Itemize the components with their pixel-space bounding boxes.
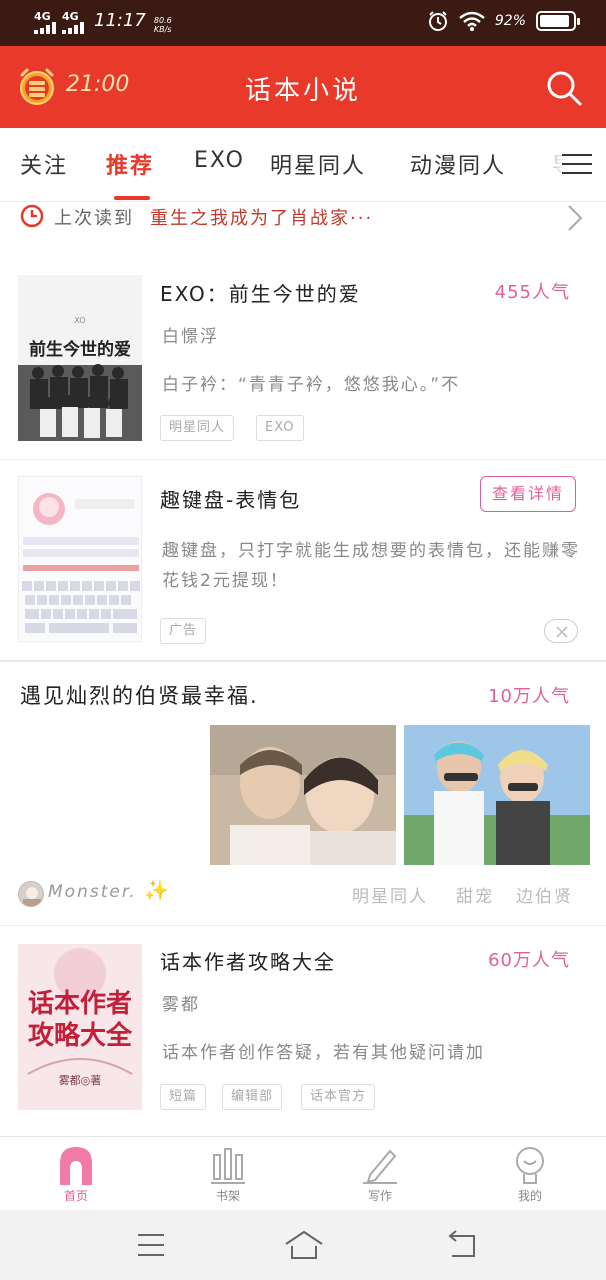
cover-author: 雾都◎著 [58, 1074, 102, 1087]
tab-menu-button[interactable] [548, 128, 606, 201]
status-bar: 4G 4G 11:17 80.6 KB/s 92% [0, 0, 606, 46]
post-image-1[interactable] [210, 725, 396, 865]
status-time: 11:17 [94, 10, 146, 31]
book-tag[interactable]: 短篇 [160, 1084, 207, 1110]
post-card[interactable]: 遇见灿烈的伯贤最幸福. 10万人气 Monster. ✨ 明星同人 甜宠 边伯贤 [0, 662, 606, 924]
close-ad-button[interactable] [544, 619, 578, 643]
tab-star-fanfic[interactable]: 明星同人 [270, 148, 366, 180]
profile-icon [516, 1147, 544, 1184]
book-title[interactable]: EXO：前生今世的爱 [160, 278, 361, 307]
book-cover[interactable]: 话本作者 攻略大全 雾都◎著 [18, 944, 142, 1110]
signal-bars-icon [34, 22, 56, 34]
book-description: 话本作者创作答疑，若有其他疑问请加 [162, 1043, 485, 1063]
book-author[interactable]: 白憬浮 [162, 322, 219, 347]
battery-percent: 92% [494, 13, 526, 29]
network-label-1: 4G [34, 10, 51, 23]
tab-exo[interactable]: EXO [194, 148, 245, 173]
book-popularity: 60万人气 [488, 950, 570, 971]
nav-write[interactable]: 写作 [340, 1145, 420, 1204]
cover-title: 话本作者 攻略大全 [18, 988, 142, 1052]
post-tag[interactable]: 甜宠 [456, 882, 494, 907]
ad-description: 趣键盘，只打字就能生成想要的表情包，还能赚零花钱2元提现！ [162, 541, 580, 591]
book-tag[interactable]: 话本官方 [301, 1084, 376, 1110]
book-tag[interactable]: EXO [256, 415, 304, 441]
tab-follow[interactable]: 关注 [20, 148, 68, 180]
post-tag[interactable]: 明星同人 [352, 882, 428, 907]
menu-icon[interactable] [136, 1232, 166, 1258]
tab-anime-fanfic[interactable]: 动漫同人 [410, 148, 506, 180]
app-title: 话本小说 [244, 76, 361, 106]
book-popularity: 455人气 [494, 282, 570, 303]
net-speed-unit: KB/s [153, 25, 172, 34]
post-title[interactable]: 遇见灿烈的伯贤最幸福. [20, 680, 259, 710]
last-read-bar[interactable]: 上次读到 重生之我成为了肖战家··· [0, 202, 606, 240]
home-button-icon[interactable] [284, 1230, 324, 1260]
nav-home-label: 首页 [63, 1189, 88, 1203]
view-details-button[interactable]: 查看详情 [480, 476, 576, 512]
home-icon [60, 1147, 92, 1185]
active-tab-indicator [114, 196, 150, 200]
net-speed: 80.6 KB/s [152, 16, 172, 34]
sparkle-icon: ✨ [144, 878, 169, 902]
ad-image[interactable] [18, 476, 142, 642]
tab-recommend[interactable]: 推荐 [106, 148, 154, 180]
battery-icon [536, 11, 580, 31]
nav-profile-label: 我的 [517, 1189, 542, 1203]
book-title[interactable]: 话本作者攻略大全 [160, 946, 336, 975]
nav-home[interactable]: 首页 [36, 1145, 116, 1204]
cover-title-line2: 攻略大全 [27, 1021, 132, 1051]
back-icon[interactable] [446, 1230, 478, 1260]
post-image-2[interactable] [404, 725, 590, 865]
book-tag[interactable]: 编辑部 [222, 1084, 283, 1110]
ad-card[interactable]: 趣键盘-表情包 查看详情 趣键盘，只打字就能生成想要的表情包，还能赚零花钱2元提… [0, 460, 606, 660]
cover-title: 前生今世的爱 [29, 340, 131, 360]
clock-icon [20, 204, 44, 228]
bottom-navigation: 首页 书架 写作 我的 [0, 1136, 606, 1210]
post-username[interactable]: Monster. [48, 882, 137, 902]
menu-icon [562, 154, 592, 156]
svg-text:XO: XO [74, 316, 85, 325]
signal-bars-icon [62, 22, 84, 34]
post-tag[interactable]: 边伯贤 [516, 882, 573, 907]
app-header: 21:00 话本小说 [0, 46, 606, 128]
close-icon [556, 626, 568, 638]
network-label-2: 4G [62, 10, 79, 23]
alarm-status-icon [428, 11, 447, 31]
nav-write-label: 写作 [367, 1189, 392, 1203]
keyboard-app-screenshot [19, 477, 141, 641]
book-author[interactable]: 雾都 [162, 990, 200, 1015]
bookshelf-icon [211, 1148, 245, 1184]
wifi-icon [459, 11, 485, 31]
nav-bookshelf[interactable]: 书架 [188, 1145, 268, 1204]
system-navigation-bar [0, 1210, 606, 1280]
book-description: 白子衿：“青青子衿，悠悠我心。”不 [162, 375, 461, 395]
book-tag[interactable]: 明星同人 [160, 415, 235, 441]
signal-1: 4G [34, 11, 56, 34]
post-popularity: 10万人气 [488, 686, 570, 707]
last-read-prefix: 上次读到 [54, 208, 134, 229]
pencil-icon [363, 1149, 397, 1184]
book-cover[interactable]: XO 前生今世的爱 [18, 275, 142, 441]
chevron-right-icon[interactable] [566, 204, 584, 232]
cover-title-line1: 话本作者 [27, 989, 132, 1019]
ad-title[interactable]: 趣键盘-表情包 [160, 484, 301, 513]
nav-profile[interactable]: 我的 [490, 1145, 570, 1204]
ad-tag: 广告 [160, 618, 207, 644]
search-icon[interactable] [544, 68, 584, 108]
avatar[interactable] [18, 881, 44, 907]
net-speed-value: 80.6 [153, 16, 172, 25]
category-tabs: 关注 推荐 EXO 明星同人 动漫同人 导 [0, 128, 606, 202]
book-card[interactable]: 话本作者 攻略大全 雾都◎著 话本作者攻略大全 60万人气 雾都 话本作者创作答… [0, 926, 606, 1136]
nav-bookshelf-label: 书架 [215, 1189, 240, 1203]
book-card[interactable]: XO 前生今世的爱 EXO：前生今世的爱 455人气 白憬浮 白子衿：“青青子衿… [0, 258, 606, 458]
signal-2: 4G [62, 11, 84, 34]
last-read-book-title[interactable]: 重生之我成为了肖战家··· [150, 204, 373, 230]
